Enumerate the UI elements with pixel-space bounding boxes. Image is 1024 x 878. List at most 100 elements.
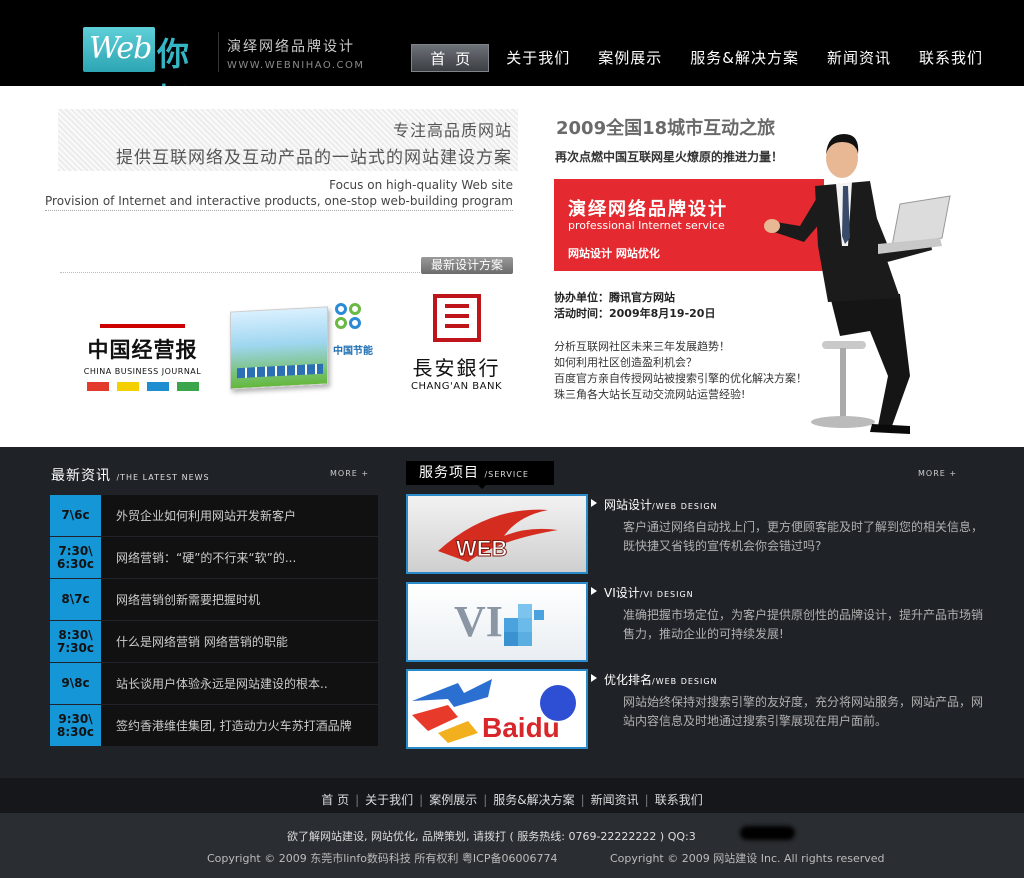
energy-site-screenshot — [230, 306, 328, 390]
nav-about[interactable]: 关于我们 — [495, 44, 581, 72]
service-thumb-vi[interactable]: VI — [406, 582, 588, 662]
energy-site-strip — [237, 363, 323, 379]
vi-cube — [504, 618, 518, 632]
tagline-2: 提供互联网络及互动产品的一站式的网站建设方案 — [116, 148, 512, 168]
bullet-icon — [591, 499, 597, 507]
footer-link-news[interactable]: 新闻资讯 — [591, 793, 639, 807]
promo-title: 2009全国18城市互动之旅 — [556, 118, 776, 139]
footer-link-cases[interactable]: 案例展示 — [429, 793, 477, 807]
service-title: 服务项目 — [419, 465, 479, 481]
cbj-english-name: CHINA BUSINESS JOURNAL — [83, 367, 202, 376]
vi-cube — [504, 632, 518, 646]
site-logo[interactable]: Web 你好 — [83, 27, 215, 119]
energy-ring-4 — [349, 317, 361, 329]
organizer-label: 协办单位： — [554, 291, 609, 304]
vi-thumb-graphic: VI — [454, 597, 544, 646]
news-subtitle: /THE LATEST NEWS — [116, 473, 210, 482]
bullet-icon — [591, 674, 597, 682]
service-thumb-web[interactable]: WEB — [406, 494, 588, 574]
service-item-seo[interactable]: Baidu 优化排名/WEB DESIGN 网站始终保持对搜索引擎的友好度，充分… — [406, 669, 992, 749]
service-item-vi-design[interactable]: VI VI设计/VI DESIGN 准确把握市场定位，为客户提供原创性的品牌设计… — [406, 582, 992, 662]
client-logo-china-energy[interactable]: 中国节能 — [230, 301, 375, 396]
service-en: /WEB DESIGN — [652, 677, 718, 686]
redacted-qq — [740, 826, 795, 840]
vi-thumb-text: VI — [454, 597, 503, 646]
news-link[interactable]: 站长谈用户体验永远是网站建设的根本.. — [101, 663, 328, 704]
service-name: 网站设计 — [604, 498, 653, 512]
separator: | — [419, 793, 424, 807]
service-desc: 准确把握市场定位，为客户提供原创性的品牌设计，提升产品市场销售力，推动企业的可持… — [623, 608, 984, 641]
footer-nav: 首 页 | 关于我们 | 案例展示 | 服务&解决方案 | 新闻资讯 | 联系我们 — [0, 778, 1024, 813]
news-link[interactable]: 网络营销创新需要把握时机 — [101, 579, 260, 620]
bank-english-name: CHANG'AN BANK — [410, 381, 503, 392]
news-link[interactable]: 外贸企业如何利用网站开发新客户 — [101, 495, 296, 536]
client-logo-changan-bank[interactable]: 長安銀行 CHANG'AN BANK — [404, 294, 509, 392]
hand — [764, 219, 780, 233]
cbj-bar-red — [86, 382, 109, 391]
footer-copyright-right: Copyright © 2009 网站建设 Inc. All rights re… — [610, 852, 885, 865]
client-logo-china-business-journal[interactable]: 中国经营报 CHINA BUSINESS JOURNAL — [80, 324, 205, 391]
english-tagline-1: Focus on high-quality Web site — [329, 178, 513, 192]
businessman-illustration — [764, 134, 951, 434]
service-thumb-seo[interactable]: Baidu — [406, 669, 588, 749]
news-item[interactable]: 7:30\ 6:30c 网络营销：“硬”的不行来“软”的... — [50, 537, 378, 579]
time-label: 活动时间： — [554, 307, 609, 320]
footer-nav-links: 首 页 | 关于我们 | 案例展示 | 服务&解决方案 | 新闻资讯 | 联系我们 — [321, 791, 702, 808]
service-more-link[interactable]: MORE + — [918, 469, 957, 478]
banner: 专注高品质网站 提供互联网络及互动产品的一站式的网站建设方案 Focus on … — [0, 86, 1024, 447]
news-item[interactable]: 8:30\ 7:30c 什么是网络营销 网络营销的职能 — [50, 621, 378, 663]
footer-link-services[interactable]: 服务&解决方案 — [493, 793, 574, 807]
news-date: 7\6c — [50, 495, 101, 536]
footer-contact-line: 欲了解网站建设, 网站优化, 品牌策划, 请拨打 ( 服务热线: 0769-22… — [287, 830, 696, 843]
news-date: 8\7c — [50, 579, 101, 620]
news-item[interactable]: 7\6c 外贸企业如何利用网站开发新客户 — [50, 495, 378, 537]
news-more-link[interactable]: MORE + — [330, 469, 369, 478]
service-name: VI设计 — [604, 586, 640, 600]
nav-cases[interactable]: 案例展示 — [587, 44, 673, 72]
web-thumb-text: WEB — [456, 536, 507, 561]
footer-link-home[interactable]: 首 页 — [321, 793, 349, 807]
nav-services[interactable]: 服务&解决方案 — [679, 44, 810, 72]
promo-red-title: 演绎网络品牌设计 — [568, 199, 728, 220]
energy-ring-1 — [335, 303, 347, 315]
news-link[interactable]: 签约香港维佳集团, 打造动力火车苏打酒品牌 — [101, 705, 352, 746]
seo-arrow-blue — [412, 679, 492, 707]
cbj-name: 中国经营报 — [87, 338, 198, 362]
news-item[interactable]: 9\8c 站长谈用户体验永远是网站建设的根本.. — [50, 663, 378, 705]
seo-thumb-graphic: Baidu — [412, 679, 576, 743]
footer-link-contact[interactable]: 联系我们 — [655, 793, 703, 807]
service-item-web-design[interactable]: WEB 网站设计/WEB DESIGN 客户通过网络自动找上门，更方便顾客能及时… — [406, 494, 992, 574]
cbj-bar-blue — [146, 382, 169, 391]
news-date: 9\8c — [50, 663, 101, 704]
vi-cube — [534, 610, 544, 620]
vi-cube — [518, 632, 532, 646]
news-link[interactable]: 什么是网络营销 网络营销的职能 — [101, 621, 288, 662]
news-item[interactable]: 8\7c 网络营销创新需要把握时机 — [50, 579, 378, 621]
shoe — [870, 424, 910, 434]
news-date: 9:30\ 8:30c — [50, 705, 101, 746]
separator: | — [483, 793, 488, 807]
english-tagline-2: Provision of Internet and interactive pr… — [45, 194, 513, 211]
nav-home[interactable]: 首页 — [411, 44, 490, 72]
footer-link-about[interactable]: 关于我们 — [365, 793, 413, 807]
separator: | — [355, 793, 360, 807]
cbj-color-bars — [80, 382, 205, 391]
service-en: /WEB DESIGN — [652, 502, 718, 511]
service-title-vi: VI设计/VI DESIGN — [591, 584, 694, 601]
nav-news[interactable]: 新闻资讯 — [816, 44, 902, 72]
promo-red-english: professional Internet service — [568, 219, 725, 232]
energy-name: 中国节能 — [333, 346, 373, 357]
promo-organizer-row: 协办单位：腾讯官方网站 — [554, 290, 715, 306]
news-link[interactable]: 网络营销：“硬”的不行来“软”的... — [101, 537, 296, 578]
web-thumb-graphic: WEB — [438, 509, 558, 562]
energy-logo-icon — [333, 301, 373, 341]
latest-design-button[interactable]: 最新设计方案 — [421, 257, 513, 274]
separator: | — [644, 793, 649, 807]
news-list: 7\6c 外贸企业如何利用网站开发新客户 7:30\ 6:30c 网络营销：“硬… — [50, 495, 378, 747]
news-item[interactable]: 9:30\ 8:30c 签约香港维佳集团, 打造动力火车苏打酒品牌 — [50, 705, 378, 747]
site-title: 演绎网络品牌设计 — [227, 39, 355, 55]
footer: 欲了解网站建设, 网站优化, 品牌策划, 请拨打 ( 服务热线: 0769-22… — [0, 813, 1024, 878]
seo-arrow-red — [412, 705, 458, 731]
news-title: 最新资讯 — [51, 468, 111, 484]
nav-contact[interactable]: 联系我们 — [908, 44, 994, 72]
